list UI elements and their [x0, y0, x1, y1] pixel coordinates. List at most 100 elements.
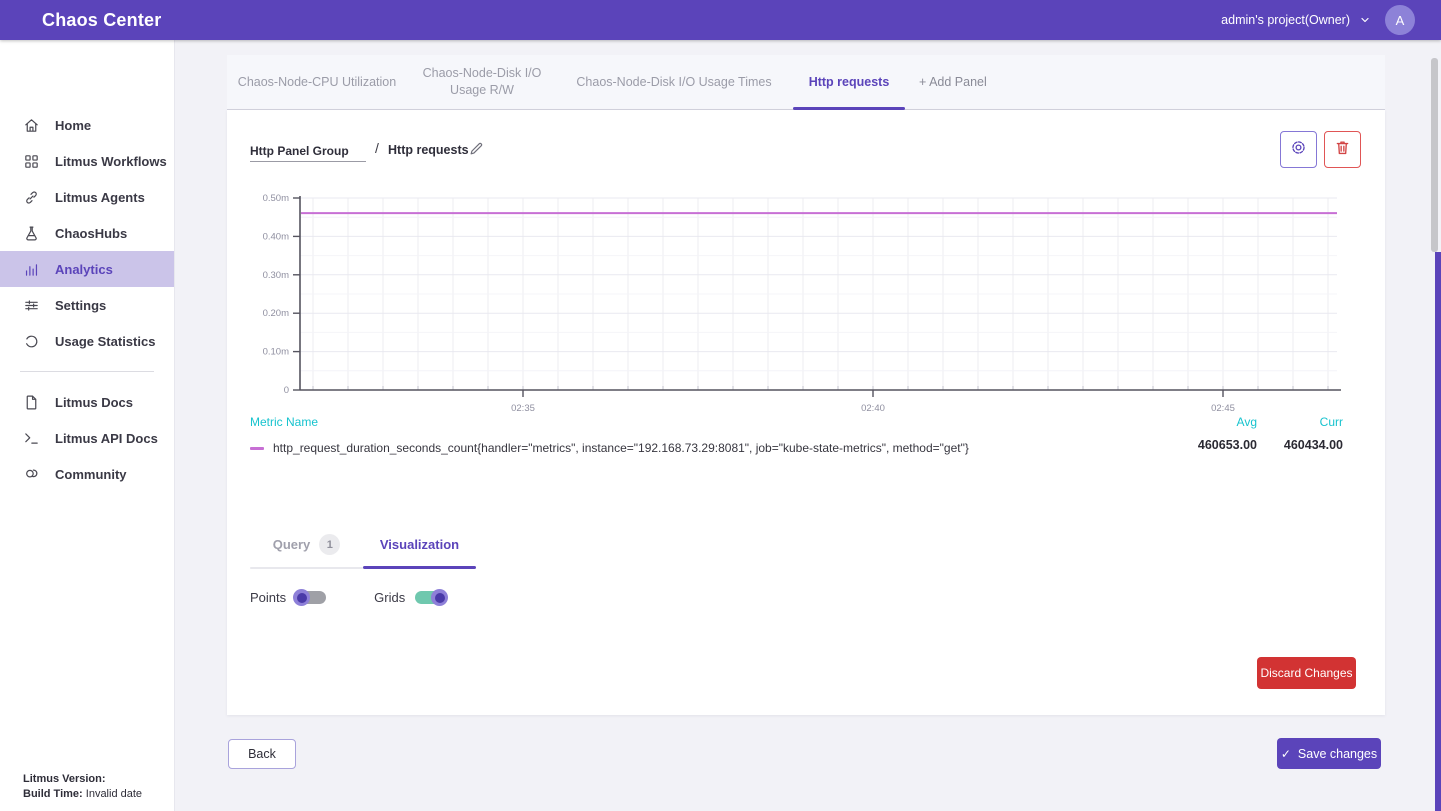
sidebar-item-litmus-agents[interactable]: Litmus Agents: [0, 179, 174, 215]
panel-tab-4[interactable]: Http requests: [789, 55, 909, 109]
svg-text:02:40: 02:40: [861, 403, 885, 414]
sidebar-item-label: Home: [55, 118, 91, 133]
project-selector[interactable]: admin's project(Owner): [1221, 13, 1371, 27]
save-changes-label: Save changes: [1298, 747, 1377, 761]
legend-curr-header: Curr: [1271, 415, 1343, 429]
points-toggle[interactable]: [296, 591, 326, 604]
series-curr-value: 460434.00: [1271, 438, 1343, 452]
save-changes-button[interactable]: ✓ Save changes: [1277, 738, 1381, 769]
terminal-icon: [23, 430, 40, 447]
panel-tab-3[interactable]: Chaos-Node-Disk I/O Usage Times: [559, 55, 789, 109]
svg-text:0.20m: 0.20m: [263, 308, 289, 319]
sidebar-item-label: Litmus Agents: [55, 190, 145, 205]
version-label: Litmus Version:: [23, 773, 106, 785]
circle-icon: [23, 333, 40, 350]
visualization-toggles: Points Grids: [250, 590, 445, 605]
sidebar: Home Litmus Workflows Litmus Agents ChaosHu…: [0, 40, 175, 811]
trash-icon: [1333, 138, 1352, 162]
add-panel-button[interactable]: + Add Panel: [909, 55, 997, 109]
svg-text:0.40m: 0.40m: [263, 231, 289, 242]
legend-stats: Avg Curr 460653.00 460434.00: [1185, 415, 1343, 452]
sidebar-item-label: Litmus Docs: [55, 395, 133, 410]
series-name: http_request_duration_seconds_count{hand…: [273, 441, 969, 455]
tab-query-label: Query: [273, 537, 311, 552]
sidebar-item-label: ChaosHubs: [55, 226, 127, 241]
tab-query[interactable]: Query 1: [250, 522, 363, 569]
panel-tab-1[interactable]: Chaos-Node-CPU Utilization: [229, 55, 405, 109]
svg-text:02:45: 02:45: [1211, 403, 1235, 414]
top-app-bar: Chaos Center admin's project(Owner) A: [0, 0, 1441, 40]
sidebar-item-usage-statistics[interactable]: Usage Statistics: [0, 323, 174, 359]
metrics-line-chart: 0.50m 0.40m 0.30m 0.20m 0.10m 0 02:35 02:40 02:4…: [240, 186, 1345, 416]
tab-visualization-label: Visualization: [380, 537, 459, 552]
sidebar-nav-main: Home Litmus Workflows Litmus Agents ChaosHu…: [0, 107, 174, 359]
sidebar-item-chaoshubs[interactable]: ChaosHubs: [0, 215, 174, 251]
sidebar-item-label: Analytics: [55, 262, 113, 277]
sidebar-item-litmus-api-docs[interactable]: Litmus API Docs: [0, 420, 174, 456]
document-icon: [23, 394, 40, 411]
svg-text:0.10m: 0.10m: [263, 347, 289, 358]
build-time-value: Invalid date: [86, 788, 142, 800]
points-toggle-knob: [293, 589, 310, 606]
tab-visualization[interactable]: Visualization: [363, 522, 476, 569]
panel-name-text: Http requests: [388, 143, 469, 157]
grids-toggle-knob: [431, 589, 448, 606]
tab-visualization-underline: [363, 566, 476, 569]
delete-panel-button[interactable]: [1324, 131, 1361, 168]
legend-metric-name-header: Metric Name: [250, 415, 318, 429]
version-info: Litmus Version: Build Time: Invalid date: [23, 772, 142, 802]
panel-tab-2[interactable]: Chaos-Node-Disk I/O Usage R/W: [405, 55, 559, 109]
back-button[interactable]: Back: [228, 739, 296, 769]
inner-scrollbar-thumb[interactable]: [1435, 252, 1441, 811]
check-icon: ✓: [1281, 747, 1291, 761]
panel-group-name-input[interactable]: [250, 140, 366, 162]
sidebar-item-settings[interactable]: Settings: [0, 287, 174, 323]
panel-settings-button[interactable]: [1280, 131, 1317, 168]
sidebar-item-label: Usage Statistics: [55, 334, 155, 349]
home-icon: [23, 117, 40, 134]
gear-icon: [1289, 138, 1308, 162]
sidebar-item-label: Community: [55, 467, 127, 482]
legend-avg-header: Avg: [1185, 415, 1257, 429]
legend-series-row: http_request_duration_seconds_count{hand…: [250, 441, 969, 455]
sidebar-item-label: Litmus Workflows: [55, 154, 167, 169]
sidebar-item-label: Litmus API Docs: [55, 431, 158, 446]
sidebar-nav-secondary: Litmus Docs Litmus API Docs Community: [0, 384, 174, 492]
series-avg-value: 460653.00: [1185, 438, 1257, 452]
panel-tabs: Chaos-Node-CPU UtilizationChaos-Node-Dis…: [229, 55, 909, 109]
series-color-dash: [250, 447, 264, 450]
sliders-icon: [23, 297, 40, 314]
panel-editor-card: / Http requests 0.50m 0.40m 0.30m 0.20m 0.10…: [227, 110, 1385, 715]
sidebar-item-analytics[interactable]: Analytics: [0, 251, 174, 287]
link-icon: [23, 189, 40, 206]
breadcrumb-separator: /: [375, 140, 379, 156]
edit-panel-name-button[interactable]: [465, 139, 487, 161]
sidebar-item-home[interactable]: Home: [0, 107, 174, 143]
flask-icon: [23, 225, 40, 242]
project-selector-label: admin's project(Owner): [1221, 13, 1350, 27]
sidebar-item-label: Settings: [55, 298, 106, 313]
sidebar-divider: [20, 371, 154, 372]
editor-tabs: Query 1 Visualization: [250, 522, 476, 569]
discard-changes-button[interactable]: Discard Changes: [1257, 657, 1356, 689]
build-time-label: Build Time:: [23, 788, 83, 800]
svg-text:0.50m: 0.50m: [263, 193, 289, 204]
grids-toggle-label: Grids: [374, 590, 405, 605]
chevron-down-icon: [1359, 14, 1371, 26]
pencil-icon: [468, 145, 485, 160]
sidebar-item-litmus-docs[interactable]: Litmus Docs: [0, 384, 174, 420]
svg-text:0.30m: 0.30m: [263, 270, 289, 281]
workflows-icon: [23, 153, 40, 170]
bar-chart-icon: [23, 261, 40, 278]
svg-text:02:35: 02:35: [511, 403, 535, 414]
sidebar-item-litmus-workflows[interactable]: Litmus Workflows: [0, 143, 174, 179]
app-title: Chaos Center: [42, 10, 161, 31]
grids-toggle[interactable]: [415, 591, 445, 604]
tab-query-underline: [250, 567, 363, 569]
sidebar-item-community[interactable]: Community: [0, 456, 174, 492]
avatar[interactable]: A: [1385, 5, 1415, 35]
query-count-badge: 1: [319, 534, 340, 555]
page-scrollbar-thumb[interactable]: [1431, 58, 1438, 252]
points-toggle-label: Points: [250, 590, 286, 605]
svg-text:0: 0: [284, 385, 289, 396]
